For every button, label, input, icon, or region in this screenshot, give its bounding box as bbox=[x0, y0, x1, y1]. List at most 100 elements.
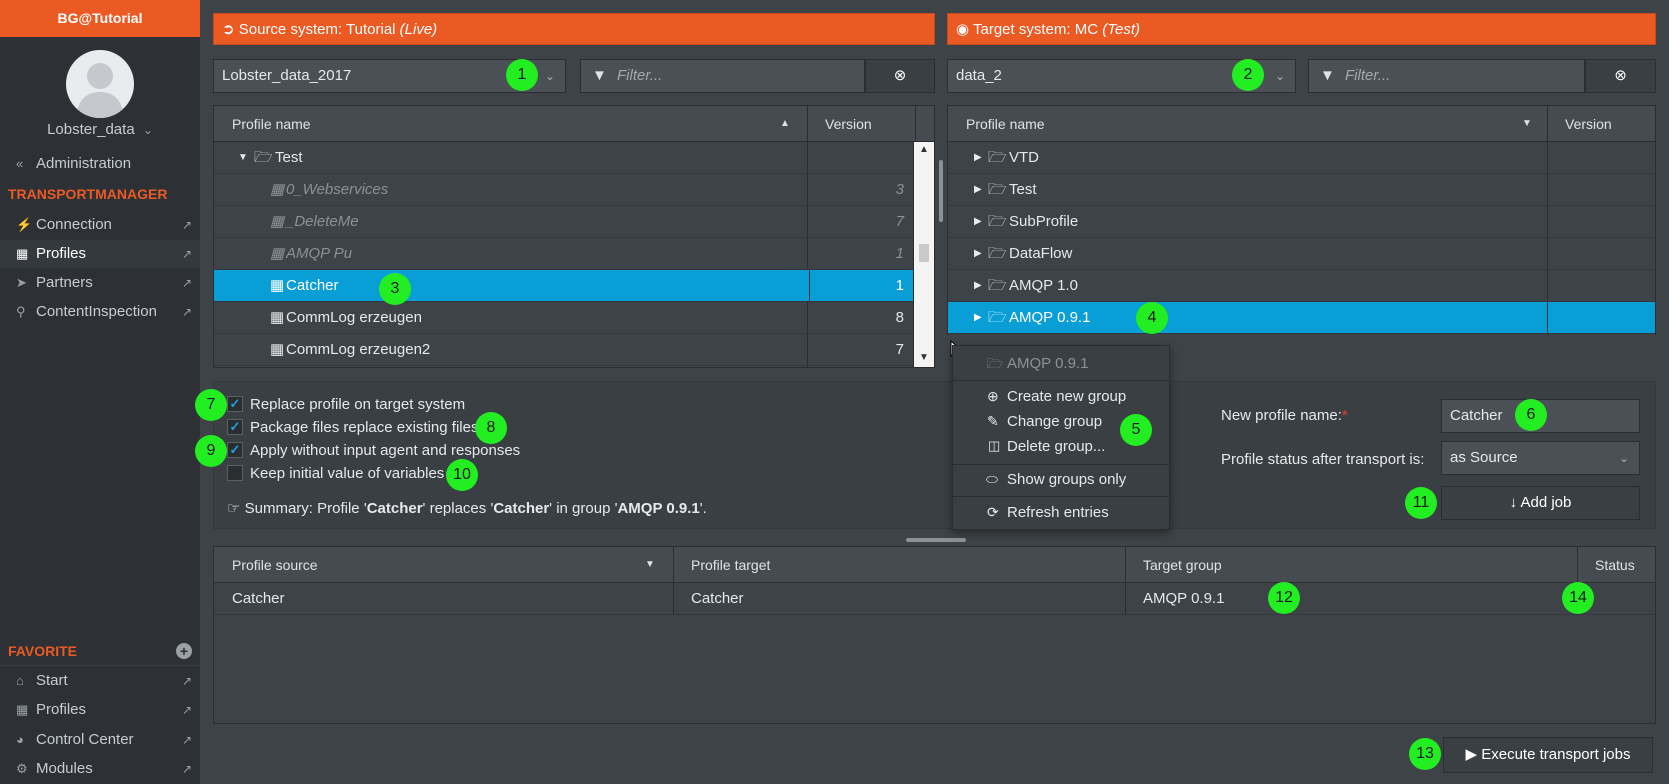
table-row[interactable]: ▦ AMQP Pu 1 bbox=[214, 238, 913, 270]
table-header: Profile name ▼ Version bbox=[948, 106, 1655, 142]
package-files-label: Package files replace existing files bbox=[250, 419, 479, 436]
column-header-target-group[interactable]: Target group bbox=[1143, 547, 1222, 583]
table-row-selected[interactable]: ▦ Catcher 1 bbox=[214, 270, 913, 302]
target-name: MC bbox=[1074, 21, 1099, 38]
sidebar-item-administration[interactable]: « Administration bbox=[0, 150, 200, 178]
column-header-version[interactable]: Version bbox=[1565, 106, 1612, 142]
new-profile-name-label: New profile name:* bbox=[1221, 407, 1348, 424]
execute-transport-jobs-button[interactable]: ▶ Execute transport jobs bbox=[1443, 737, 1653, 773]
tree-row-test[interactable]: ▶ 🗁 Test bbox=[948, 174, 1655, 206]
column-header-status[interactable]: Status bbox=[1595, 547, 1635, 583]
sidebar-item-partners[interactable]: ➤ Partners ↗ bbox=[0, 269, 200, 297]
table-row[interactable]: Catcher Catcher AMQP 0.9.1 bbox=[214, 583, 1655, 615]
external-link-icon[interactable]: ↗ bbox=[182, 667, 192, 695]
caret-down-icon[interactable]: ▼ bbox=[238, 142, 248, 173]
sidebar-item-contentinspection[interactable]: ⚲ ContentInspection ↗ bbox=[0, 298, 200, 326]
favorite-item-profiles[interactable]: ▦ Profiles ↗ bbox=[0, 696, 200, 724]
scrollbar-thumb[interactable] bbox=[919, 244, 929, 262]
target-dataset-value: data_2 bbox=[956, 67, 1002, 84]
source-filter-clear-button[interactable]: ⊗ bbox=[865, 59, 935, 93]
package-files-checkbox[interactable]: ✓ bbox=[227, 419, 243, 435]
external-link-icon[interactable]: ↗ bbox=[182, 726, 192, 754]
splitter-handle[interactable] bbox=[939, 160, 943, 222]
tree-row-amqp-0-9-1-selected[interactable]: ▶ 🗁 AMQP 0.9.1 bbox=[948, 302, 1655, 334]
column-header-profile-name[interactable]: Profile name bbox=[232, 106, 311, 142]
target-filter-input[interactable]: ▼ Filter... bbox=[1308, 59, 1585, 93]
annotation-badge: 7 bbox=[195, 389, 227, 421]
external-link-icon[interactable]: ↗ bbox=[182, 269, 192, 297]
replace-profile-checkbox[interactable]: ✓ bbox=[227, 396, 243, 412]
favorite-item-start[interactable]: ⌂ Start ↗ bbox=[0, 667, 200, 695]
toggle-icon: ⬭ bbox=[986, 471, 998, 487]
scrollbar[interactable]: ▲ ▼ bbox=[913, 142, 934, 367]
sort-asc-icon[interactable]: ▲ bbox=[780, 106, 790, 142]
chip-icon: ▦ bbox=[270, 309, 285, 326]
external-link-icon[interactable]: ↗ bbox=[182, 696, 192, 724]
user-menu[interactable]: Lobster_data ⌄ bbox=[0, 121, 200, 138]
tree-row-test[interactable]: ▼ 🗁 Test bbox=[214, 142, 913, 174]
apply-without-checkbox[interactable]: ✓ bbox=[227, 442, 243, 458]
menu-item-refresh-entries[interactable]: Refresh entries bbox=[953, 501, 1169, 525]
caret-right-icon[interactable]: ▶ bbox=[974, 270, 982, 301]
source-filter-input[interactable]: ▼ Filter... bbox=[580, 59, 865, 93]
add-favorite-icon[interactable]: + bbox=[176, 643, 192, 659]
menu-item-create-new-group[interactable]: Create new group bbox=[953, 385, 1169, 409]
row-name: AMQP 1.0 bbox=[1009, 277, 1078, 294]
apply-without-label: Apply without input agent and responses bbox=[250, 442, 521, 459]
username-label: Lobster_data bbox=[47, 121, 135, 138]
annotation-badge: 10 bbox=[446, 459, 478, 491]
caret-right-icon[interactable]: ▶ bbox=[974, 238, 982, 269]
sort-desc-icon[interactable]: ▼ bbox=[645, 547, 655, 583]
trash-icon: ◫ bbox=[988, 438, 1001, 453]
scroll-up-icon[interactable]: ▲ bbox=[917, 144, 931, 158]
column-header-profile-source[interactable]: Profile source bbox=[232, 547, 318, 583]
add-job-button[interactable]: ↓ Add job bbox=[1441, 486, 1640, 520]
cell-target-group: AMQP 0.9.1 bbox=[1143, 590, 1225, 607]
column-header-profile-name[interactable]: Profile name bbox=[966, 106, 1045, 142]
tree-row-subprofile[interactable]: ▶ 🗁 SubProfile bbox=[948, 206, 1655, 238]
table-row[interactable]: ▦ CommLog erzeugen 8 bbox=[214, 302, 913, 334]
row-version: 7 bbox=[895, 213, 904, 230]
avatar[interactable] bbox=[66, 50, 134, 118]
caret-right-icon[interactable]: ▶ bbox=[974, 142, 982, 173]
sign-out-icon: ➲ bbox=[222, 21, 235, 38]
sidebar-item-profiles[interactable]: ▦ Profiles ↗ bbox=[0, 240, 200, 268]
tree-row-vtd[interactable]: ▶ 🗁 VTD bbox=[948, 142, 1655, 174]
column-header-version[interactable]: Version bbox=[825, 106, 872, 142]
target-filter-clear-button[interactable]: ⊗ bbox=[1585, 59, 1656, 93]
tree-row-dataflow[interactable]: ▶ 🗁 DataFlow bbox=[948, 238, 1655, 270]
profile-status-select[interactable]: as Source ⌄ bbox=[1441, 441, 1640, 475]
favorite-item-modules[interactable]: ⚙ Modules ↗ bbox=[0, 755, 200, 783]
table-row[interactable]: ▦ CommLog erzeugen2 7 bbox=[214, 334, 913, 366]
table-row[interactable]: ▦ 0_Webservices 3 bbox=[214, 174, 913, 206]
table-row[interactable]: ▦ _DeleteMe 7 bbox=[214, 206, 913, 238]
splitter-handle[interactable] bbox=[906, 538, 966, 542]
external-link-icon[interactable]: ↗ bbox=[182, 755, 192, 783]
scroll-down-icon[interactable]: ▼ bbox=[917, 352, 931, 366]
summary-text: ☞ Summary: Profile 'Catcher' replaces 'C… bbox=[227, 500, 707, 517]
target-filter-placeholder: Filter... bbox=[1345, 67, 1391, 84]
annotation-badge: 8 bbox=[475, 412, 507, 444]
keep-initial-checkbox[interactable] bbox=[227, 465, 243, 481]
external-link-icon[interactable]: ↗ bbox=[182, 211, 192, 239]
tree-row-amqp-1-0[interactable]: ▶ 🗁 AMQP 1.0 bbox=[948, 270, 1655, 302]
external-link-icon[interactable]: ↗ bbox=[182, 240, 192, 268]
caret-right-icon[interactable]: ▶ bbox=[974, 302, 982, 333]
app-brand: BG@Tutorial bbox=[0, 0, 200, 37]
pencil-icon: ✎ bbox=[987, 413, 999, 429]
caret-right-icon[interactable]: ▶ bbox=[974, 206, 982, 237]
annotation-badge: 3 bbox=[379, 273, 411, 305]
column-header-profile-target[interactable]: Profile target bbox=[691, 547, 770, 583]
sidebar-item-label: Profiles bbox=[36, 245, 87, 262]
sidebar-item-label: Administration bbox=[36, 155, 132, 172]
caret-right-icon[interactable]: ▶ bbox=[974, 174, 982, 205]
refresh-icon: ⟳ bbox=[987, 504, 999, 520]
sidebar-item-connection[interactable]: ⚡ Connection ↗ bbox=[0, 211, 200, 239]
row-version: 7 bbox=[895, 341, 904, 358]
folder-open-icon: 🗁 bbox=[988, 309, 1007, 326]
sort-desc-icon[interactable]: ▼ bbox=[1522, 106, 1532, 142]
external-link-icon[interactable]: ↗ bbox=[182, 298, 192, 326]
row-name: Test bbox=[1009, 181, 1037, 198]
replace-profile-label: Replace profile on target system bbox=[250, 396, 466, 413]
favorite-item-control-center[interactable]: ◕ Control Center ↗ bbox=[0, 726, 200, 754]
